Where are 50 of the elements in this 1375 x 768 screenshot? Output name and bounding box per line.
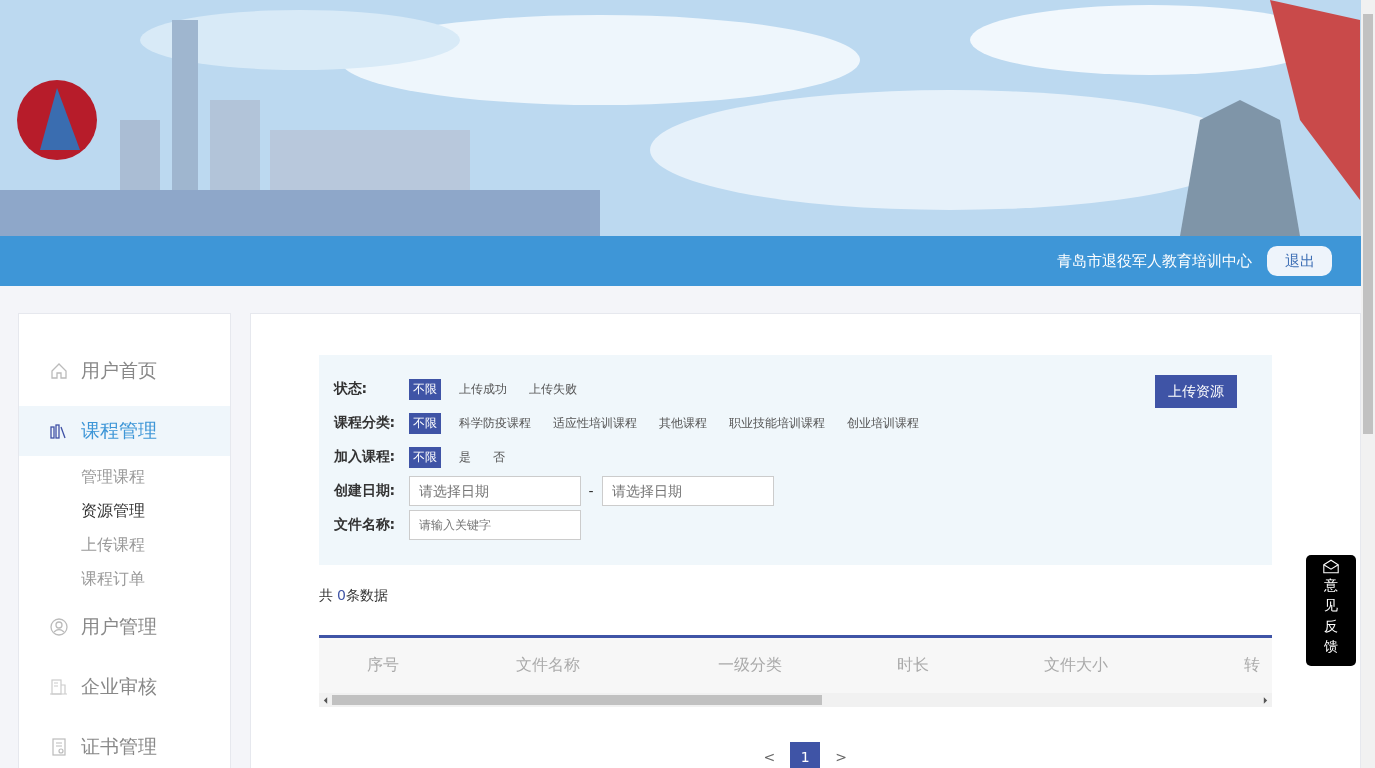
- filter-option[interactable]: 职业技能培训课程: [724, 412, 829, 434]
- filter-option[interactable]: 上传失败: [524, 378, 581, 400]
- filter-label: 创建日期:: [333, 482, 397, 500]
- result-count: 共 0条数据: [318, 587, 389, 605]
- sidebar-item[interactable]: 用户管理: [19, 602, 230, 652]
- filter-label: 状态:: [333, 380, 369, 398]
- filter-option[interactable]: 科学防疫课程: [454, 412, 535, 434]
- filter-option[interactable]: 不限: [408, 412, 441, 434]
- filter-option[interactable]: 适应性培训课程: [548, 412, 641, 434]
- filter-label: 文件名称:: [333, 516, 397, 534]
- filter-option[interactable]: 不限: [408, 378, 441, 400]
- vertical-scrollbar[interactable]: [1361, 0, 1375, 768]
- horizontal-scrollbar[interactable]: [318, 693, 1272, 707]
- filter-label: 加入课程:: [333, 448, 397, 466]
- filter-option[interactable]: 创业培训课程: [842, 412, 923, 434]
- upload-button[interactable]: 上传资源: [1154, 375, 1237, 408]
- certificate-icon: [49, 737, 69, 757]
- date-field[interactable]: 请选择日期: [408, 476, 581, 506]
- keyword-field[interactable]: 请输入关键字: [408, 510, 581, 540]
- filter-option[interactable]: 不限: [408, 446, 441, 468]
- column-header: 序号: [365, 655, 400, 676]
- filter-option[interactable]: 否: [488, 446, 509, 468]
- sidebar-item[interactable]: 企业审核: [19, 662, 230, 712]
- filter-option[interactable]: 其他课程: [654, 412, 711, 434]
- home-icon: [49, 361, 69, 381]
- date-separator: -: [588, 483, 594, 499]
- page-button[interactable]: 1: [790, 742, 821, 768]
- column-header: 一级分类: [716, 655, 783, 676]
- envelope-icon: [1322, 558, 1340, 575]
- column-header: 时长: [895, 655, 930, 676]
- submenu-item[interactable]: 资源管理: [19, 494, 230, 528]
- column-header: 文件名称: [514, 655, 581, 676]
- date-field[interactable]: 请选择日期: [601, 476, 774, 506]
- scroll-left-icon[interactable]: [322, 696, 328, 704]
- organization-name: 青岛市退役军人教育培训中心: [1057, 251, 1252, 271]
- filter-option[interactable]: 是: [454, 446, 475, 468]
- books-icon: [49, 421, 69, 441]
- filter-option[interactable]: 上传成功: [454, 378, 511, 400]
- filter-label: 课程分类:: [333, 414, 397, 432]
- column-header: 文件大小: [1042, 655, 1109, 676]
- next-page-button[interactable]: >: [835, 749, 848, 765]
- feedback-button[interactable]: 意见反馈: [1306, 555, 1356, 666]
- building-icon: [49, 677, 69, 697]
- sidebar-item[interactable]: 用户首页: [19, 346, 230, 396]
- logout-button[interactable]: 退出: [1267, 246, 1332, 276]
- user-icon: [49, 617, 69, 637]
- previous-page-button[interactable]: <: [763, 749, 776, 765]
- column-header: 转: [1242, 655, 1261, 676]
- sidebar-item[interactable]: 证书管理: [19, 722, 230, 768]
- scroll-right-icon[interactable]: [1262, 696, 1268, 704]
